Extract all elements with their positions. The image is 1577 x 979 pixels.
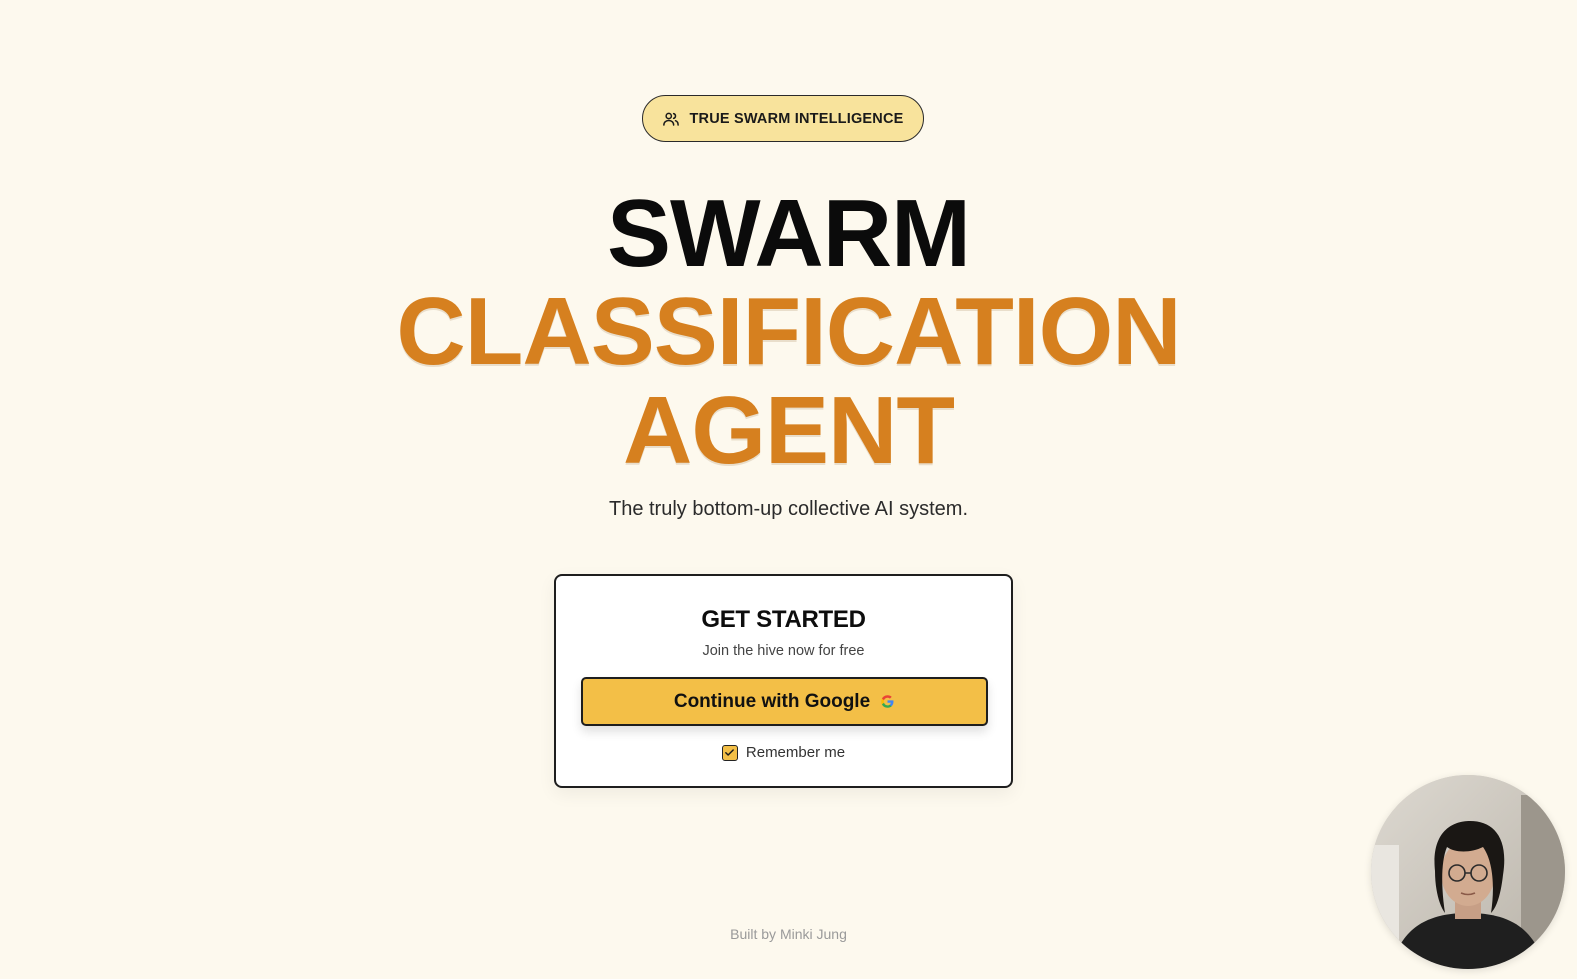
remember-me-row: Remember me [556, 744, 1011, 761]
remember-me-label[interactable]: Remember me [746, 744, 845, 761]
continue-with-google-button[interactable]: Continue with Google [581, 677, 988, 726]
hero-subtitle: The truly bottom-up collective AI system… [608, 498, 969, 520]
headline-classification: CLASSIFICATION [396, 278, 1181, 385]
headline-swarm: SWARM [607, 180, 971, 287]
headline-agent: AGENT [623, 377, 955, 484]
checkmark-icon [725, 749, 735, 756]
card-subtitle: Join the hive now for free [702, 643, 865, 659]
users-icon [662, 110, 680, 128]
badge-label: TRUE SWARM INTELLIGENCE [689, 110, 904, 127]
google-icon [880, 694, 895, 709]
card-title: GET STARTED [701, 606, 866, 633]
google-button-label: Continue with Google [673, 690, 871, 712]
feature-badge: TRUE SWARM INTELLIGENCE [642, 95, 924, 142]
remember-me-checkbox[interactable] [721, 744, 738, 761]
presenter-webcam-image [1371, 775, 1565, 969]
get-started-card: GET STARTED Join the hive now for free C… [554, 574, 1013, 788]
footer-credit: Built by Minki Jung [730, 926, 847, 942]
webcam-video-bubble[interactable] [1371, 775, 1565, 969]
